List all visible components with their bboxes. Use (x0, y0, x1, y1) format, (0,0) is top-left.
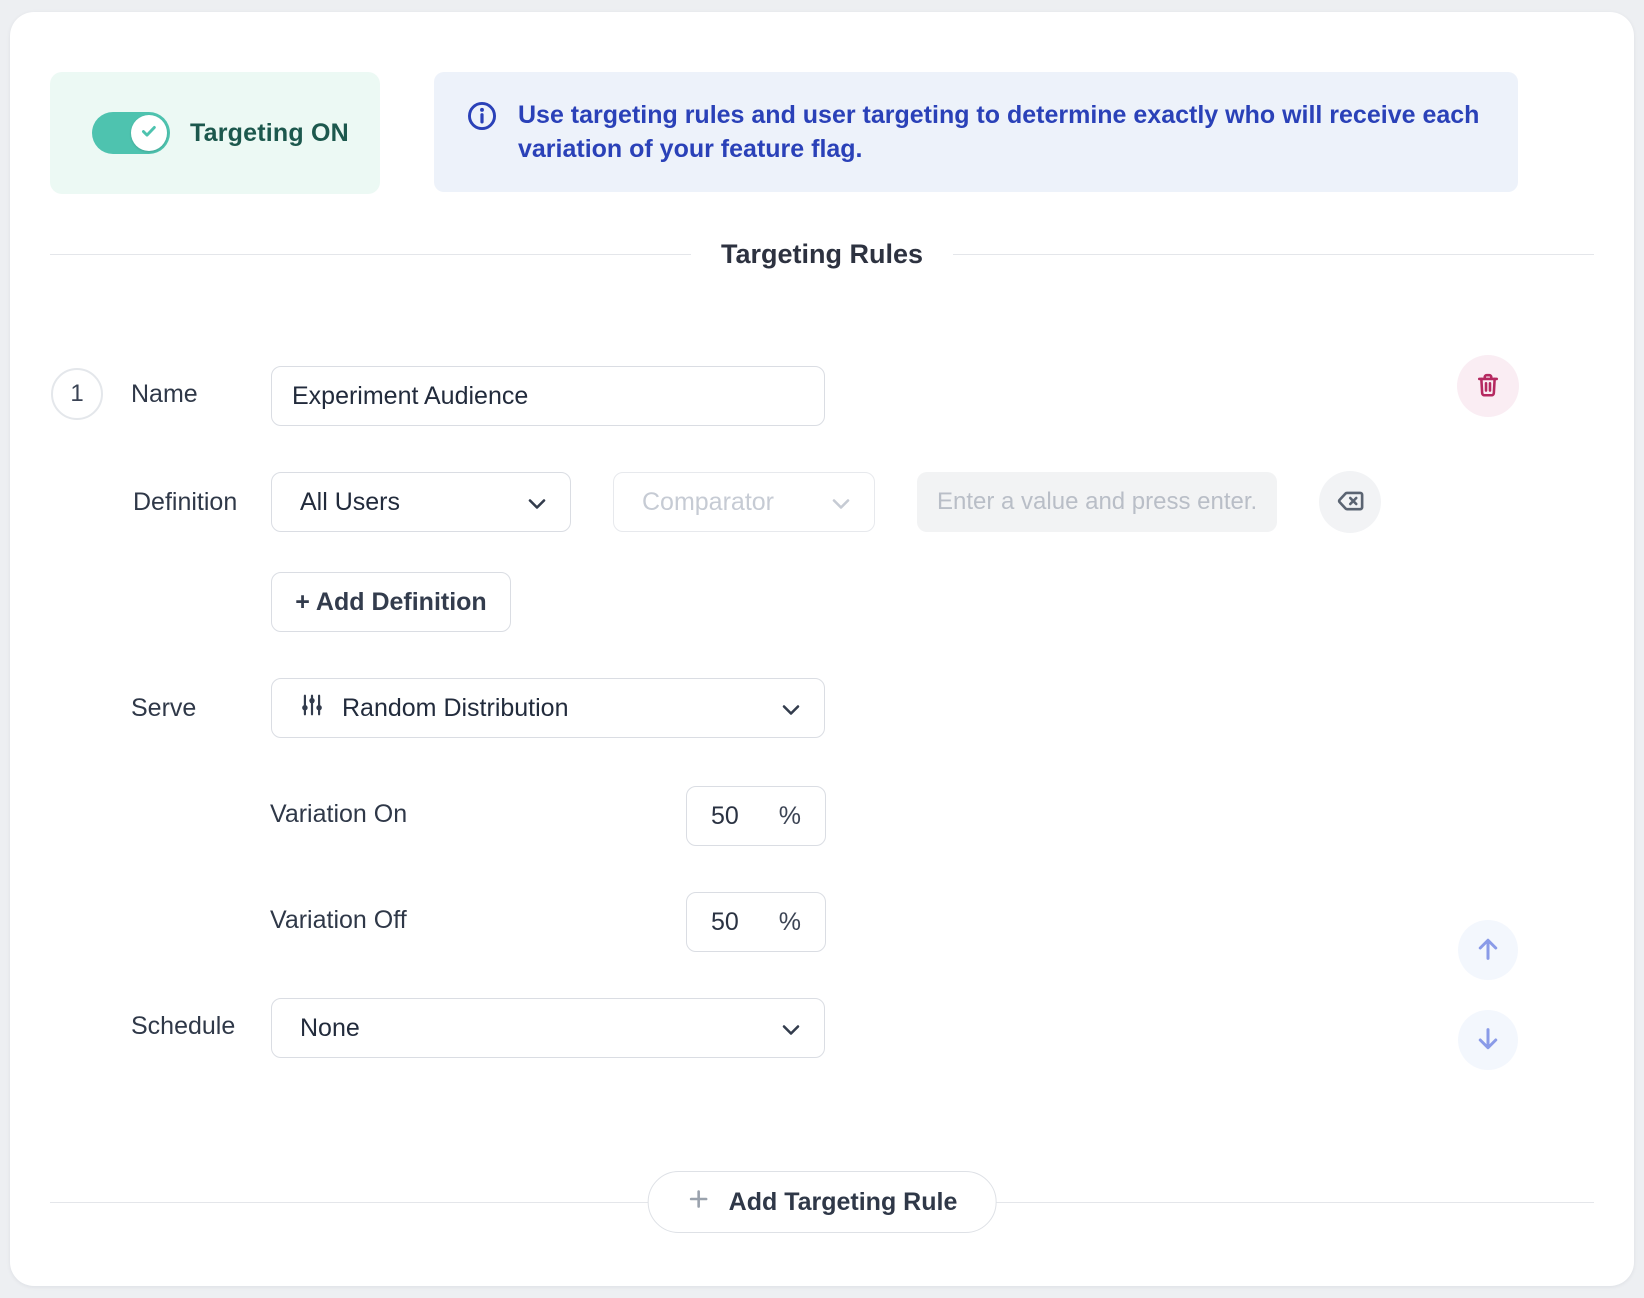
banner-line-1: Use targeting rules and user targeting t… (518, 98, 1479, 132)
audience-select-value: All Users (300, 488, 400, 517)
info-icon (466, 100, 498, 192)
rule-name-field-wrap (271, 366, 825, 426)
percent-sign: % (779, 802, 801, 831)
serve-select[interactable]: Random Distribution (271, 678, 825, 738)
variation-on-value: 50 (711, 802, 739, 831)
move-rule-down-button[interactable] (1458, 1010, 1518, 1070)
schedule-select[interactable]: None (271, 998, 825, 1058)
definition-value-field-wrap (917, 472, 1277, 532)
add-targeting-rule-button[interactable]: Add Targeting Rule (648, 1171, 997, 1233)
targeting-status-card: Targeting ON (50, 72, 380, 194)
trash-icon (1474, 371, 1502, 402)
move-rule-up-button[interactable] (1458, 920, 1518, 980)
variation-on-percentage[interactable]: 50 % (686, 786, 826, 846)
clear-definition-button[interactable] (1319, 471, 1381, 533)
arrow-down-icon (1473, 1024, 1503, 1057)
chevron-down-icon (782, 1014, 800, 1043)
rule-number-badge: 1 (51, 368, 103, 420)
variation-on-label: Variation On (270, 800, 407, 829)
arrow-up-icon (1473, 934, 1503, 967)
targeting-toggle[interactable] (92, 112, 170, 154)
audience-select[interactable]: All Users (271, 472, 571, 532)
chevron-down-icon (528, 488, 546, 517)
header-divider-left (50, 254, 691, 255)
plus-icon (687, 1187, 711, 1218)
definition-value-input[interactable] (917, 488, 1277, 516)
variation-off-value: 50 (711, 908, 739, 937)
chevron-down-icon (782, 694, 800, 723)
definition-label: Definition (133, 488, 237, 517)
chevron-down-icon (832, 488, 850, 517)
add-targeting-rule-label: Add Targeting Rule (729, 1188, 958, 1217)
variation-off-percentage[interactable]: 50 % (686, 892, 826, 952)
targeting-toggle-label: Targeting ON (190, 119, 349, 148)
targeting-info-banner: Use targeting rules and user targeting t… (434, 72, 1518, 192)
banner-line-2: variation of your feature flag. (518, 132, 1479, 166)
sliders-icon (300, 693, 324, 724)
schedule-label: Schedule (131, 1012, 235, 1041)
comparator-select-placeholder: Comparator (642, 488, 774, 517)
section-header: Targeting Rules (50, 236, 1594, 272)
variation-off-label: Variation Off (270, 906, 407, 935)
delete-rule-button[interactable] (1457, 355, 1519, 417)
toggle-knob (131, 115, 167, 151)
rule-name-input[interactable] (272, 367, 824, 425)
percent-sign: % (779, 908, 801, 937)
targeting-panel: Targeting ON Use targeting rules and use… (10, 12, 1634, 1286)
serve-select-value: Random Distribution (342, 694, 569, 723)
add-definition-button[interactable]: + Add Definition (271, 572, 511, 632)
comparator-select[interactable]: Comparator (613, 472, 875, 532)
name-label: Name (131, 380, 198, 409)
serve-label: Serve (131, 694, 196, 723)
check-icon (139, 121, 159, 146)
page-title: Targeting Rules (691, 239, 953, 270)
header-divider-right (953, 254, 1594, 255)
banner-text: Use targeting rules and user targeting t… (518, 98, 1479, 192)
schedule-select-value: None (300, 1014, 360, 1043)
backspace-icon (1335, 486, 1365, 519)
